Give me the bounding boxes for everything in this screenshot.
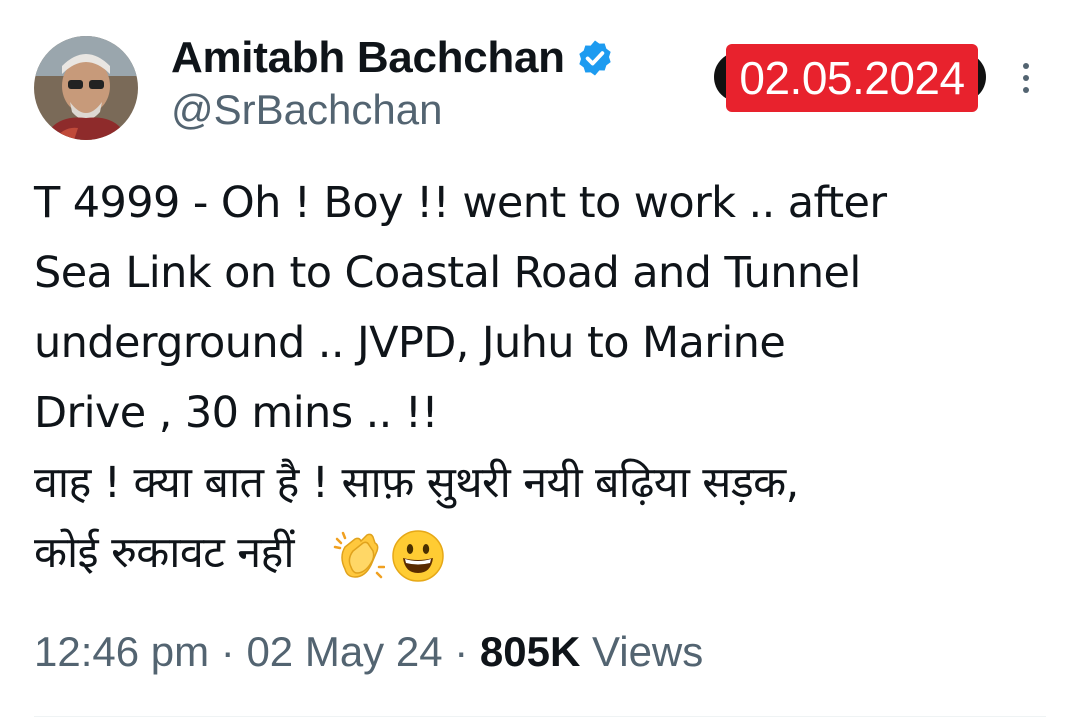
more-options-icon[interactable] [1014, 58, 1038, 98]
grinning-face-icon [392, 529, 444, 582]
tweet-line: Drive , 30 mins .. !! [34, 388, 439, 438]
tweet-line: T 4999 - Oh ! Boy !! went to work .. aft… [34, 178, 887, 228]
tweet-line-last: कोई रुकावट नहीं [34, 518, 1044, 588]
tweet-line: वाह ! क्या बात है ! साफ़ सुथरी नयी बढ़िय… [34, 458, 799, 508]
emoji-row [307, 529, 445, 583]
views-count: 805K [479, 628, 581, 675]
divider [34, 716, 1046, 717]
tweet-text: T 4999 - Oh ! Boy !! went to work .. aft… [34, 168, 1044, 588]
clapping-hands-icon [333, 531, 385, 578]
views-label: Views [580, 628, 704, 675]
user-handle[interactable]: @SrBachchan [171, 86, 442, 134]
tweet-line: Sea Link on to Coastal Road and Tunnel [34, 248, 861, 298]
display-name[interactable]: Amitabh Bachchan [171, 33, 565, 83]
name-row: Amitabh Bachchan [171, 30, 615, 86]
tweet-meta: 12:46 pm · 02 May 24 · 805K Views [34, 628, 703, 676]
tweet-line-text: कोई रुकावट नहीं [34, 528, 295, 578]
tweet-line: underground .. JVPD, Juhu to Marine [34, 318, 786, 368]
meta-separator: · [442, 628, 480, 675]
tweet-date[interactable]: 02 May 24 [246, 628, 442, 675]
avatar[interactable] [34, 36, 138, 140]
tweet-time[interactable]: 12:46 pm [34, 628, 209, 675]
verified-badge-icon [579, 40, 611, 76]
date-stamp-overlay: 02.05.2024 [726, 44, 978, 112]
profile-photo [34, 36, 138, 140]
meta-separator: · [209, 628, 247, 675]
